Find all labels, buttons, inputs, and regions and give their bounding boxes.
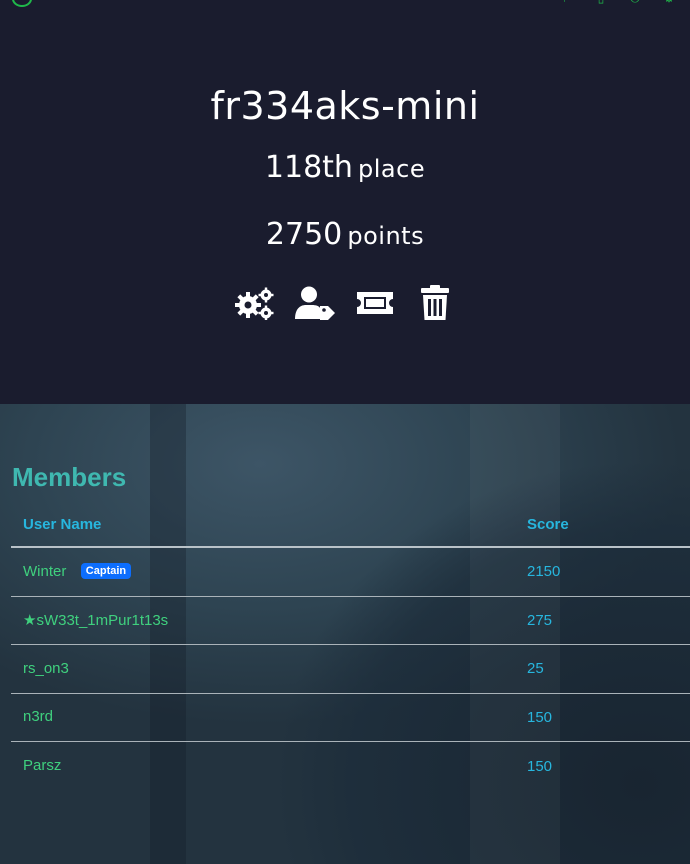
- table-row: Parsz 150: [11, 742, 690, 791]
- members-section: Members User Name Score Winter Captain 2…: [0, 404, 690, 864]
- place-number: 118th: [264, 150, 353, 185]
- settings-cogs-icon[interactable]: [234, 284, 276, 322]
- member-link[interactable]: Parsz: [23, 757, 61, 774]
- user-tag-icon[interactable]: [294, 284, 336, 322]
- nav-icon-group: ⚬ ⚑ ▯ ⏻ ⚙: [526, 0, 676, 4]
- place-label: place: [358, 155, 426, 183]
- team-name: fr334aks-mini: [210, 84, 480, 128]
- team-points: 2750 points: [0, 217, 690, 252]
- member-score: 275: [527, 611, 553, 629]
- table-row: Winter Captain 2150: [11, 548, 690, 597]
- column-header-username: User Name: [23, 515, 102, 533]
- brand-logo-icon: [12, 0, 32, 7]
- settings-icon[interactable]: ⚙: [662, 0, 676, 4]
- team-actions: [0, 284, 690, 322]
- members-heading: Members: [12, 462, 127, 492]
- document-icon[interactable]: ▯: [594, 0, 608, 4]
- member-score: 2150: [527, 563, 561, 581]
- team-header: fr334aks-mini 118th place 2750 points: [0, 0, 690, 404]
- top-navbar: ⚬ ⚑ ▯ ⏻ ⚙: [0, 0, 690, 8]
- member-score: 150: [527, 708, 553, 726]
- member-score: 25: [527, 660, 544, 678]
- team-place: 118th place: [0, 150, 690, 185]
- table-header: User Name Score: [11, 502, 690, 548]
- table-row: n3rd 150: [11, 694, 690, 742]
- column-header-score: Score: [527, 515, 569, 533]
- table-row: ★sW33t_1mPur1t13s 275: [11, 597, 690, 645]
- members-table: User Name Score Winter Captain 2150 ★sW3…: [11, 502, 690, 791]
- member-score: 150: [527, 757, 553, 775]
- points-number: 2750: [265, 217, 343, 252]
- flag-icon[interactable]: ⚑: [560, 0, 574, 4]
- ticket-icon[interactable]: [354, 284, 396, 322]
- member-link[interactable]: rs_on3: [23, 660, 69, 677]
- captain-badge: Captain: [80, 562, 132, 579]
- points-label: points: [347, 222, 425, 250]
- trash-icon[interactable]: [414, 284, 456, 322]
- table-row: rs_on3 25: [11, 645, 690, 694]
- member-link[interactable]: Winter: [23, 563, 66, 580]
- power-icon[interactable]: ⏻: [628, 0, 642, 4]
- member-link[interactable]: ★sW33t_1mPur1t13s: [23, 612, 168, 629]
- user-icon[interactable]: ⚬: [526, 0, 540, 4]
- member-link[interactable]: n3rd: [23, 708, 53, 725]
- brand-link[interactable]: [12, 0, 38, 7]
